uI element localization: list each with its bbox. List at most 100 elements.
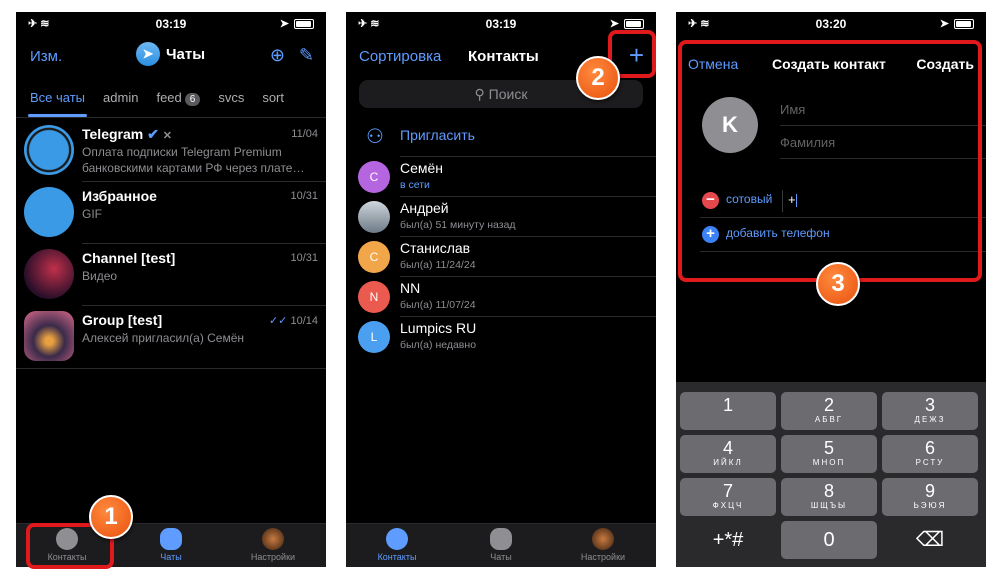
avatar: [24, 249, 74, 299]
key-digit: 0: [823, 529, 835, 551]
invite-button[interactable]: ⚇ Пригласить: [346, 122, 656, 156]
compose-icon[interactable]: ✎: [299, 45, 314, 66]
avatar: [24, 311, 74, 361]
add-person-icon: ⚇: [366, 126, 384, 148]
sort-button[interactable]: Сортировка: [359, 48, 441, 65]
new-story-icon[interactable]: ⊕: [270, 45, 285, 66]
status-bar: ✈ ≋ 03:19 ➤: [16, 12, 326, 36]
chat-date: 11/04: [291, 128, 318, 140]
read-checkmarks-icon: ✓✓: [268, 315, 288, 327]
key-digit: 9: [924, 481, 935, 501]
key-5[interactable]: 5 МНОП: [781, 435, 877, 473]
key-digit: 2: [823, 395, 834, 415]
chats-header: Изм. ➤ Чаты ⊕ ✎: [16, 42, 326, 74]
location-icon: ➤: [609, 18, 619, 30]
backspace-icon: ⌫: [915, 529, 945, 551]
chat-item-saved[interactable]: Избранное 10/31 GIF: [16, 182, 326, 244]
divider: [400, 276, 656, 277]
key-letters: ДЕЖЗ: [914, 415, 946, 424]
contact-name: Семён: [400, 160, 444, 176]
tab-chats[interactable]: Чаты: [126, 528, 216, 562]
chat-name: Channel [test]: [82, 250, 176, 266]
person-icon: [386, 528, 408, 550]
tab-feed[interactable]: feed 6: [156, 89, 201, 106]
bookmark-icon: [24, 187, 74, 237]
search-placeholder: Поиск: [488, 86, 528, 102]
key-letters: АБВГ: [814, 415, 844, 424]
avatar: С: [358, 161, 390, 193]
contact-item[interactable]: Андрей был(а) 51 минуту назад: [346, 196, 656, 236]
tab-contacts[interactable]: Контакты: [352, 528, 442, 562]
contact-status: был(а) 11/24/24: [400, 259, 476, 271]
tab-chats[interactable]: Чаты: [456, 528, 546, 562]
contact-item[interactable]: С Станислав был(а) 11/24/24: [346, 236, 656, 276]
chats-title: ➤ Чаты: [136, 42, 205, 66]
tab-feed-label: feed: [156, 89, 182, 105]
tab-chats-label: Чаты: [490, 552, 512, 562]
avatar: L: [358, 321, 390, 353]
verified-icon: ✔: [147, 126, 159, 142]
chat-bubbles-icon: [490, 528, 512, 550]
search-icon: ⚲: [474, 86, 485, 102]
chat-item-group[interactable]: Group [test] ✓✓ 10/14 Алексей пригласил(…: [16, 306, 326, 368]
chat-item-telegram[interactable]: Telegram ✔ ✕ 11/04 Оплата подписки Teleg…: [16, 120, 326, 182]
folder-tabs: Все чаты admin feed 6 svcs sort: [16, 78, 326, 118]
tab-svcs[interactable]: svcs: [218, 90, 244, 105]
page-title: Контакты: [468, 48, 539, 65]
tab-settings[interactable]: Настройки: [558, 528, 648, 562]
key-9[interactable]: 9 ЬЭЮЯ: [882, 478, 978, 516]
key-letters: РСТУ: [915, 458, 945, 467]
key-symbols[interactable]: +*#: [680, 521, 776, 559]
divider: [400, 196, 656, 197]
contact-status: был(а) 51 минуту назад: [400, 219, 516, 231]
chat-item-channel[interactable]: Channel [test] 10/31 Видео: [16, 244, 326, 306]
tab-admin[interactable]: admin: [103, 90, 138, 105]
avatar: [358, 201, 390, 233]
tab-settings-label: Настройки: [250, 552, 296, 562]
backspace-key[interactable]: ⌫: [882, 521, 978, 559]
avatar: С: [358, 241, 390, 273]
edit-button[interactable]: Изм.: [30, 48, 62, 65]
key-8[interactable]: 8 ШЩЪЫ: [781, 478, 877, 516]
contact-item[interactable]: N NN был(а) 11/07/24: [346, 276, 656, 316]
key-7[interactable]: 7 ФХЦЧ: [680, 478, 776, 516]
contact-item[interactable]: L Lumpics RU был(а) недавно: [346, 316, 656, 356]
key-digit: 7: [722, 481, 733, 501]
key-1[interactable]: 1: [680, 392, 776, 430]
key-4[interactable]: 4 ИЙКЛ: [680, 435, 776, 473]
key-letters: ШЩЪЫ: [810, 501, 848, 510]
unread-badge: 6: [184, 92, 201, 106]
avatar: [24, 125, 74, 175]
key-letters: ИЙКЛ: [713, 458, 743, 467]
chat-name: Избранное: [82, 188, 157, 204]
tab-settings-label: Настройки: [580, 552, 626, 562]
tab-sort[interactable]: sort: [262, 90, 284, 105]
key-letters: ФХЦЧ: [712, 501, 744, 510]
contact-name: NN: [400, 280, 421, 296]
key-2[interactable]: 2 АБВГ: [781, 392, 877, 430]
tab-all-chats[interactable]: Все чаты: [27, 90, 88, 117]
contact-item[interactable]: С Семён в сети: [346, 156, 656, 196]
location-icon: ➤: [939, 18, 949, 30]
battery-icon: [954, 18, 974, 29]
page-title: Чаты: [166, 45, 206, 63]
key-0[interactable]: 0: [781, 521, 877, 559]
status-bar: ✈ ≋ 03:20 ➤: [676, 12, 986, 36]
contact-status: был(а) 11/07/24: [400, 299, 476, 311]
profile-avatar: [262, 528, 284, 550]
battery-icon: [624, 18, 644, 29]
key-6[interactable]: 6 РСТУ: [882, 435, 978, 473]
invite-label: Пригласить: [400, 127, 475, 143]
contact-name: Lumpics RU: [400, 320, 477, 336]
key-digit: 4: [722, 438, 733, 458]
step-badge-1: 1: [89, 495, 133, 539]
chat-name: Group [test]: [82, 312, 163, 328]
key-3[interactable]: 3 ДЕЖЗ: [882, 392, 978, 430]
key-digit: 6: [924, 438, 935, 458]
tab-chats-label: Чаты: [160, 552, 182, 562]
telegram-logo-icon: ➤: [136, 42, 160, 66]
tab-contacts-label: Контакты: [377, 552, 417, 562]
muted-icon: ✕: [162, 130, 172, 142]
battery-icon: [294, 18, 314, 29]
tab-settings[interactable]: Настройки: [228, 528, 318, 562]
